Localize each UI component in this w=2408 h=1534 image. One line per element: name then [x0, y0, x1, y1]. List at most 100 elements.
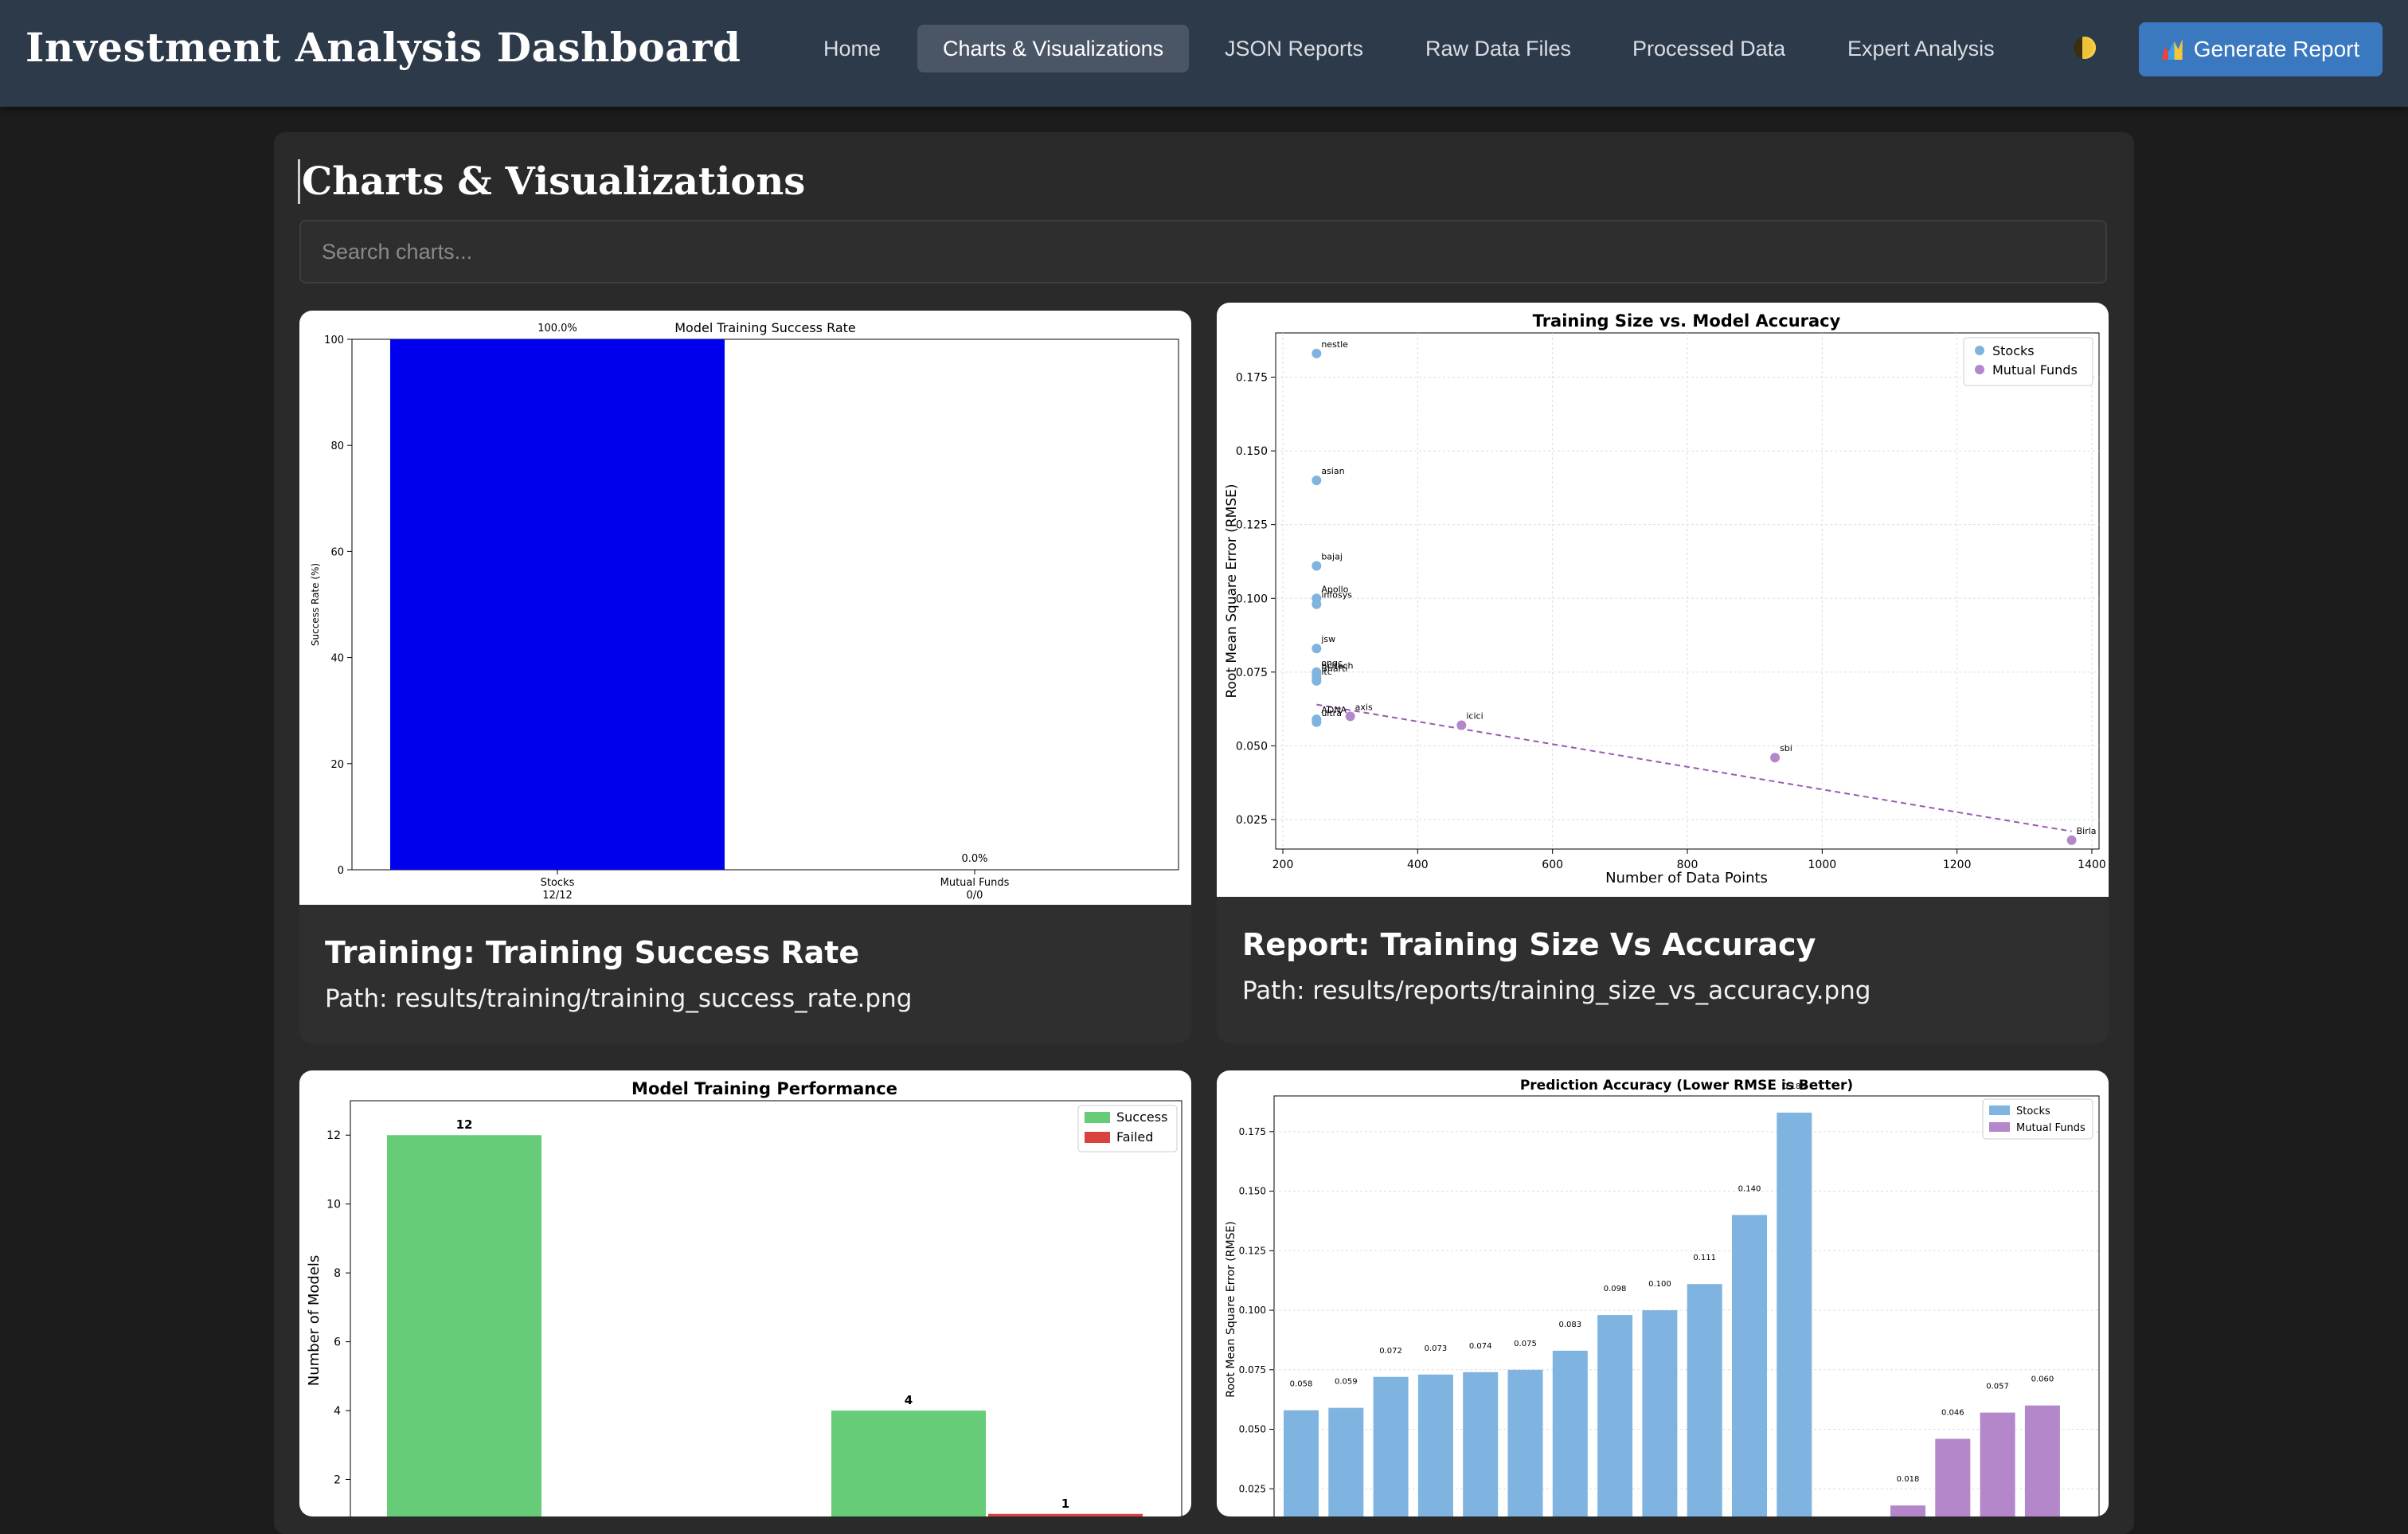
y-tick-label: 4: [334, 1405, 341, 1418]
y-tick-label: 0.100: [1239, 1305, 1266, 1316]
chart-card-prediction-accuracy[interactable]: Prediction Accuracy (Lower RMSE is Bette…: [1217, 1070, 2109, 1516]
x-tick-sublabel: 12/12: [542, 890, 572, 902]
y-tick-label: 100: [324, 335, 344, 346]
generate-report-label: Generate Report: [2193, 37, 2360, 61]
legend-label: Mutual Funds: [2016, 1122, 2086, 1134]
point-label: axis: [1355, 702, 1373, 712]
card-title: Training: Training Success Rate: [325, 935, 860, 970]
data-label: 4: [905, 1393, 913, 1407]
top-navigation-bar: Investment Analysis Dashboard Home Chart…: [0, 0, 2408, 107]
point-label: itc: [1321, 667, 1331, 677]
nav-charts-visualizations[interactable]: Charts & Visualizations: [917, 25, 1190, 72]
chart-title: Model Training Performance: [631, 1079, 897, 1098]
point-label: Birla: [2077, 826, 2097, 836]
point-label: icici: [1466, 710, 1483, 721]
bar-success-mutual-funds: [831, 1411, 986, 1516]
y-tick-label: 0.075: [1239, 1364, 1266, 1376]
y-tick-label: 20: [330, 759, 344, 771]
chart-card-training-performance[interactable]: Model Training Performance 2 4 6 8 10 12 Number…: [299, 1070, 1191, 1516]
point-label: asian: [1321, 466, 1344, 476]
legend-swatch: [1989, 1122, 2010, 1132]
chart-image: Model Training Success Rate 0 20 40 60 80 100 S…: [299, 311, 1191, 905]
point-label: bajaj: [1321, 552, 1343, 562]
legend-label: Mutual Funds: [1992, 362, 2078, 378]
y-tick-label: 0.175: [1236, 372, 1268, 385]
search-input[interactable]: [299, 220, 2107, 284]
chart-icon: [2161, 39, 2183, 60]
data-label: 0.058: [1290, 1380, 1313, 1389]
bar-mutual-funds: [1890, 1505, 1925, 1516]
size-vs-accuracy-chart: Training Size vs. Model Accuracy 200 400 60…: [1224, 311, 2106, 886]
bar-stocks: [1507, 1369, 1543, 1516]
data-point-bajaj: [1312, 561, 1322, 571]
y-tick-label: 0.100: [1236, 593, 1268, 605]
legend-marker: [1975, 346, 1984, 355]
data-label: 0.073: [1425, 1344, 1448, 1353]
data-point-infosys: [1312, 599, 1322, 609]
data-point-nestle: [1312, 348, 1322, 358]
bar-stocks: [1463, 1372, 1499, 1516]
nav-expert-analysis[interactable]: Expert Analysis: [1822, 25, 2020, 72]
y-axis-label: Root Mean Square Error (RMSE): [1224, 483, 1240, 698]
bar-mutual-funds: [2024, 1405, 2060, 1516]
data-point-asian: [1312, 475, 1322, 486]
y-axis-label: Number of Models: [306, 1255, 322, 1387]
data-label: 0.060: [2031, 1376, 2054, 1384]
data-label: 0.140: [1738, 1184, 1761, 1193]
data-label: 12: [456, 1117, 473, 1132]
x-tick-label: 1200: [1943, 859, 1972, 871]
y-tick-label: 60: [330, 546, 344, 558]
data-label: 0.183: [1783, 1082, 1806, 1091]
nav-processed-data[interactable]: Processed Data: [1607, 25, 1811, 72]
bar-mutual-funds: [1980, 1412, 2015, 1516]
bar-mutual-funds: [1935, 1438, 1971, 1516]
success-rate-chart: Model Training Success Rate 0 20 40 60 80 100 S…: [310, 320, 1179, 902]
data-label: 0.111: [1693, 1254, 1716, 1262]
bar-failed-mutual-funds: [988, 1513, 1143, 1516]
x-tick-label: 200: [1272, 859, 1294, 871]
theme-toggle-icon[interactable]: [2074, 37, 2096, 59]
chart-image: Training Size vs. Model Accuracy 200 400 60…: [1217, 303, 2109, 897]
y-tick-label: 40: [330, 653, 344, 665]
bar-stocks: [1373, 1376, 1409, 1516]
data-point-icici: [1456, 720, 1467, 730]
data-label: 0.100: [1648, 1280, 1671, 1289]
page-title: Charts & Visualizations: [298, 159, 805, 204]
nav-json-reports[interactable]: JSON Reports: [1199, 25, 1389, 72]
nav-raw-data-files[interactable]: Raw Data Files: [1400, 25, 1597, 72]
y-tick-label: 0.075: [1236, 667, 1268, 679]
x-tick-label: 1000: [1808, 859, 1837, 871]
bar-stocks: [1732, 1215, 1767, 1516]
data-label: 0.072: [1379, 1347, 1402, 1356]
y-tick-label: 0: [338, 865, 344, 877]
chart-image: Prediction Accuracy (Lower RMSE is Bette…: [1217, 1070, 2109, 1516]
data-point-itc: [1312, 675, 1322, 686]
data-label: 0.075: [1514, 1340, 1537, 1348]
x-tick-label: 1400: [2078, 859, 2106, 871]
chart-title: Training Size vs. Model Accuracy: [1533, 311, 1841, 331]
data-point-axis: [1345, 711, 1355, 722]
chart-card-training-size-vs-accuracy[interactable]: Training Size vs. Model Accuracy 200 400 60…: [1217, 303, 2109, 1043]
generate-report-button[interactable]: Generate Report: [2139, 22, 2383, 76]
data-label: 0.0%: [961, 853, 987, 865]
bar-stocks: [390, 339, 725, 870]
bar-stocks: [1328, 1407, 1364, 1516]
y-tick-label: 8: [334, 1267, 341, 1280]
nav-home[interactable]: Home: [798, 25, 906, 72]
legend-label: Success: [1116, 1109, 1167, 1125]
prediction-accuracy-chart: Prediction Accuracy (Lower RMSE is Bette…: [1225, 1078, 2100, 1516]
bar-stocks: [1687, 1284, 1722, 1516]
point-label: infosys: [1321, 590, 1352, 601]
legend-swatch: [1085, 1132, 1110, 1143]
legend-swatch: [1085, 1112, 1110, 1123]
data-label: 0.083: [1558, 1321, 1581, 1329]
y-tick-label: 0.050: [1239, 1424, 1266, 1435]
x-axis-label: Number of Data Points: [1605, 870, 1768, 886]
chart-card-training-success-rate[interactable]: Model Training Success Rate 0 20 40 60 80 100 S…: [299, 311, 1191, 1043]
point-label: jsw: [1320, 634, 1335, 644]
data-label: 0.057: [1986, 1383, 2009, 1391]
y-axis-label: Success Rate (%): [310, 563, 321, 646]
trend-line: [1316, 703, 2072, 832]
chart-title: Model Training Success Rate: [674, 320, 856, 335]
y-tick-label: 10: [326, 1199, 341, 1211]
